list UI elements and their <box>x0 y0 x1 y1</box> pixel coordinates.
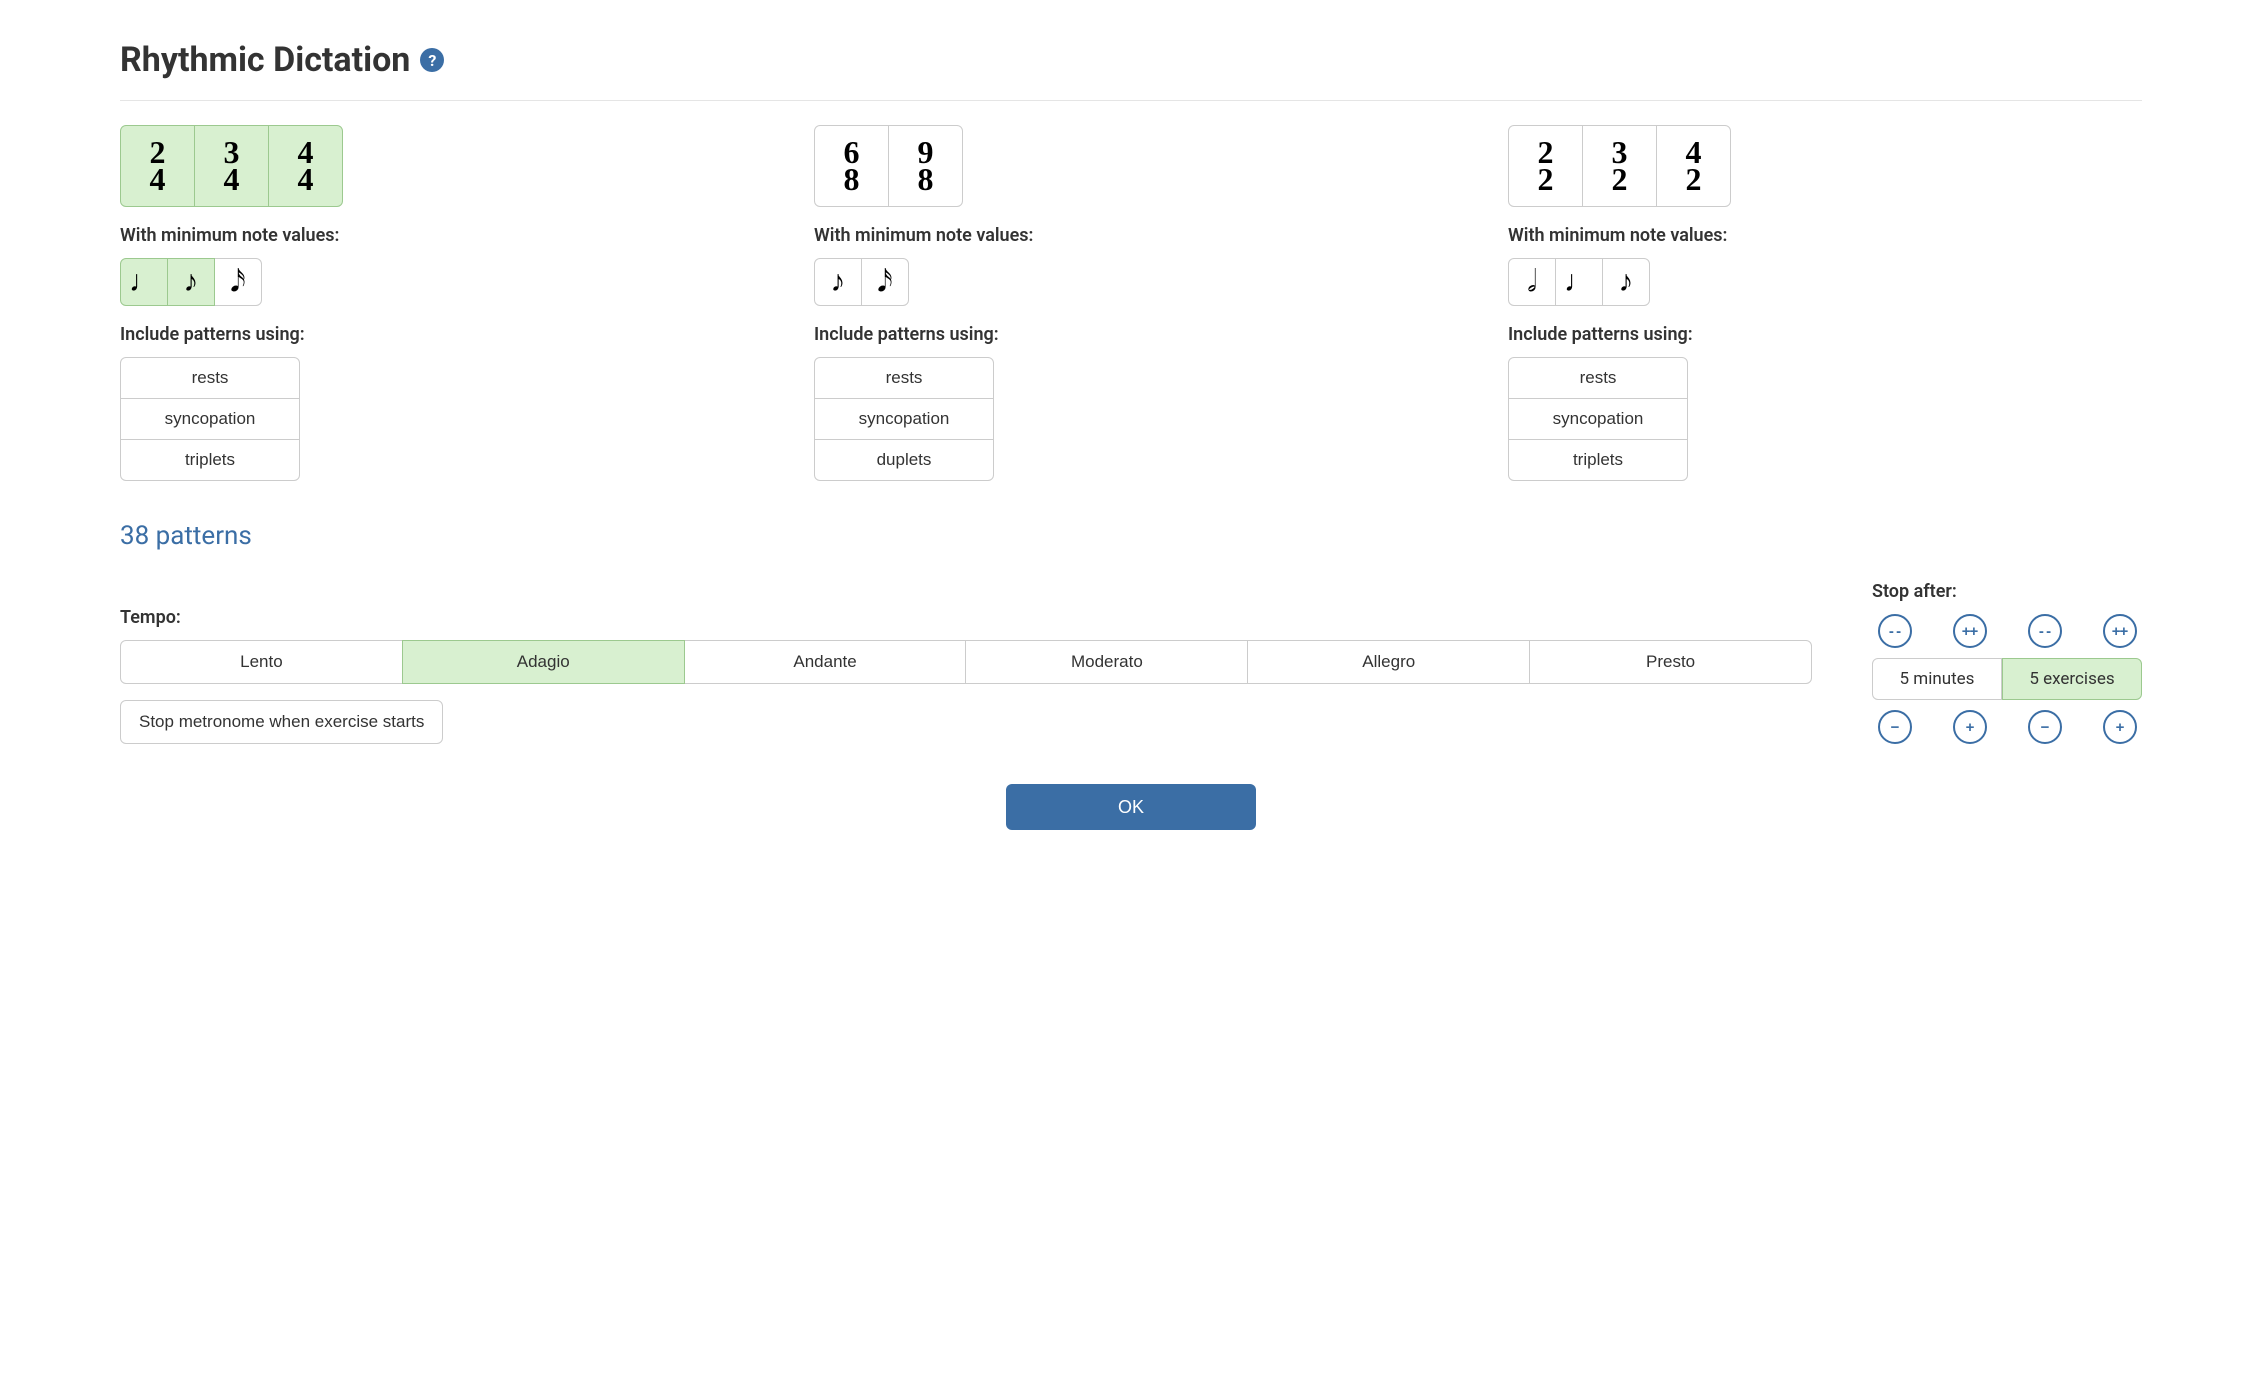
eighth-note-icon: ♪ <box>184 265 199 299</box>
minutes-minus-button[interactable]: − <box>1878 710 1912 744</box>
min-note-label: With minimum note values: <box>120 225 754 246</box>
stop-minutes-value[interactable]: 5 minutes <box>1872 658 2002 700</box>
quarter-note-button[interactable]: ♩ <box>1555 258 1603 306</box>
pattern-syncopation-button[interactable]: syncopation <box>814 398 994 440</box>
tempo-adagio-button[interactable]: Adagio <box>402 640 685 684</box>
include-label: Include patterns using: <box>814 324 1448 345</box>
tempo-allegro-button[interactable]: Allegro <box>1247 640 1530 684</box>
tempo-andante-button[interactable]: Andante <box>684 640 967 684</box>
time-signature-4-4[interactable]: 44 <box>268 125 343 207</box>
stop-metronome-toggle[interactable]: Stop metronome when exercise starts <box>120 700 443 744</box>
tempo-lento-button[interactable]: Lento <box>120 640 403 684</box>
minutes-plus-button[interactable]: + <box>1953 710 1987 744</box>
eighth-note-icon: ♪ <box>1619 265 1634 299</box>
divider <box>120 100 2142 101</box>
tempo-label: Tempo: <box>120 607 1812 628</box>
stop-exercises-value[interactable]: 5 exercises <box>2002 658 2142 700</box>
pattern-rests-button[interactable]: rests <box>1508 357 1688 399</box>
sig-bottom: 2 <box>1686 166 1702 193</box>
minutes-big-plus-button[interactable]: ++ <box>1953 614 1987 648</box>
sig-bottom: 4 <box>224 166 240 193</box>
title-text: Rhythmic Dictation <box>120 40 410 80</box>
quarter-note-icon: ♩ <box>1564 265 1594 299</box>
page-title: Rhythmic Dictation ? <box>120 40 2142 80</box>
sixteenth-note-button[interactable]: 𝅘𝅥𝅯 <box>861 258 909 306</box>
sig-bottom: 4 <box>150 166 166 193</box>
pattern-duplets-button[interactable]: duplets <box>814 439 994 481</box>
pattern-rests-button[interactable]: rests <box>120 357 300 399</box>
stop-after-label: Stop after: <box>1872 581 2142 602</box>
sig-bottom: 2 <box>1612 166 1628 193</box>
eighth-note-button[interactable]: ♪ <box>814 258 862 306</box>
patterns-count[interactable]: 38 patterns <box>120 521 2142 551</box>
sig-bottom: 8 <box>844 166 860 193</box>
eighth-note-icon: ♪ <box>831 265 846 299</box>
sixteenth-note-icon: 𝅘𝅥𝅯 <box>230 265 246 299</box>
time-signature-3-2[interactable]: 32 <box>1582 125 1657 207</box>
exercises-big-minus-button[interactable]: - - <box>2028 614 2062 648</box>
include-label: Include patterns using: <box>1508 324 2142 345</box>
pattern-rests-button[interactable]: rests <box>814 357 994 399</box>
help-icon[interactable]: ? <box>420 48 444 72</box>
quarter-note-button[interactable]: ♩ <box>120 258 168 306</box>
time-signature-4-2[interactable]: 42 <box>1656 125 1731 207</box>
pattern-triplets-button[interactable]: triplets <box>120 439 300 481</box>
time-signature-9-8[interactable]: 98 <box>888 125 963 207</box>
pattern-syncopation-button[interactable]: syncopation <box>1508 398 1688 440</box>
sig-bottom: 2 <box>1538 166 1554 193</box>
exercises-big-plus-button[interactable]: ++ <box>2103 614 2137 648</box>
exercises-minus-button[interactable]: − <box>2028 710 2062 744</box>
quarter-note-icon: ♩ <box>129 265 159 299</box>
pattern-triplets-button[interactable]: triplets <box>1508 439 1688 481</box>
sixteenth-note-button[interactable]: 𝅘𝅥𝅯 <box>214 258 262 306</box>
minutes-big-minus-button[interactable]: - - <box>1878 614 1912 648</box>
min-note-label: With minimum note values: <box>1508 225 2142 246</box>
eighth-note-button[interactable]: ♪ <box>167 258 215 306</box>
sig-bottom: 4 <box>298 166 314 193</box>
exercises-plus-button[interactable]: + <box>2103 710 2137 744</box>
ok-button[interactable]: OK <box>1006 784 1256 830</box>
pattern-syncopation-button[interactable]: syncopation <box>120 398 300 440</box>
time-signature-2-4[interactable]: 24 <box>120 125 195 207</box>
time-signature-6-8[interactable]: 68 <box>814 125 889 207</box>
half-note-button[interactable]: 𝅗𝅥 <box>1508 258 1556 306</box>
min-note-label: With minimum note values: <box>814 225 1448 246</box>
tempo-presto-button[interactable]: Presto <box>1529 640 1812 684</box>
time-signature-2-2[interactable]: 22 <box>1508 125 1583 207</box>
include-label: Include patterns using: <box>120 324 754 345</box>
tempo-moderato-button[interactable]: Moderato <box>965 640 1248 684</box>
half-note-icon: 𝅗𝅥 <box>1527 265 1537 299</box>
time-signature-3-4[interactable]: 34 <box>194 125 269 207</box>
sixteenth-note-icon: 𝅘𝅥𝅯 <box>877 265 893 299</box>
eighth-note-button[interactable]: ♪ <box>1602 258 1650 306</box>
sig-bottom: 8 <box>918 166 934 193</box>
